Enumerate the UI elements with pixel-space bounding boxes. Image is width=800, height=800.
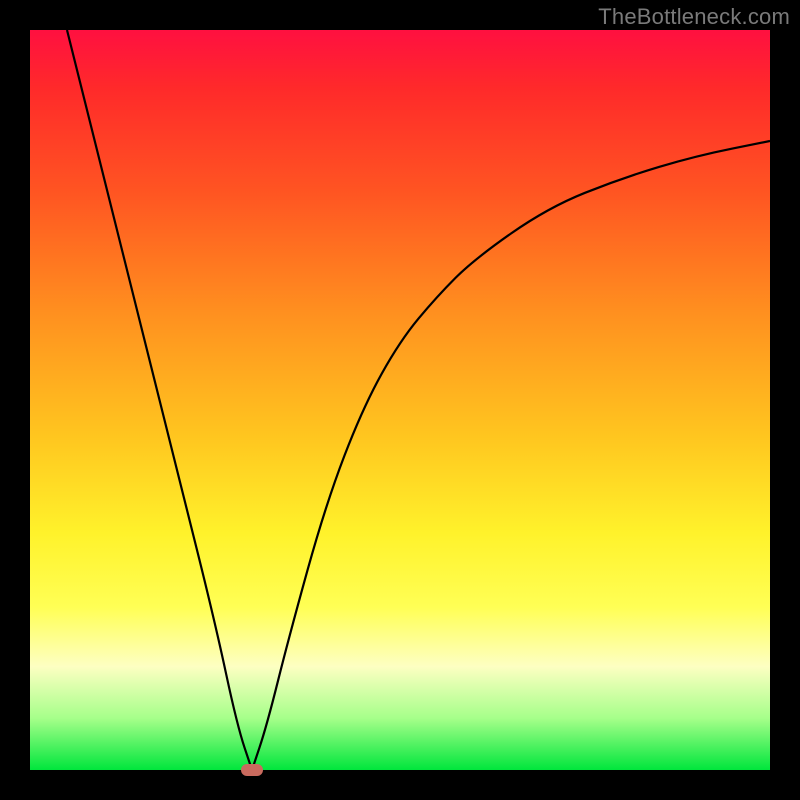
bottleneck-curve [30,30,770,770]
min-marker [241,764,263,776]
watermark-text: TheBottleneck.com [598,4,790,30]
chart-frame: TheBottleneck.com [0,0,800,800]
curve-path [67,30,770,770]
plot-area [30,30,770,770]
